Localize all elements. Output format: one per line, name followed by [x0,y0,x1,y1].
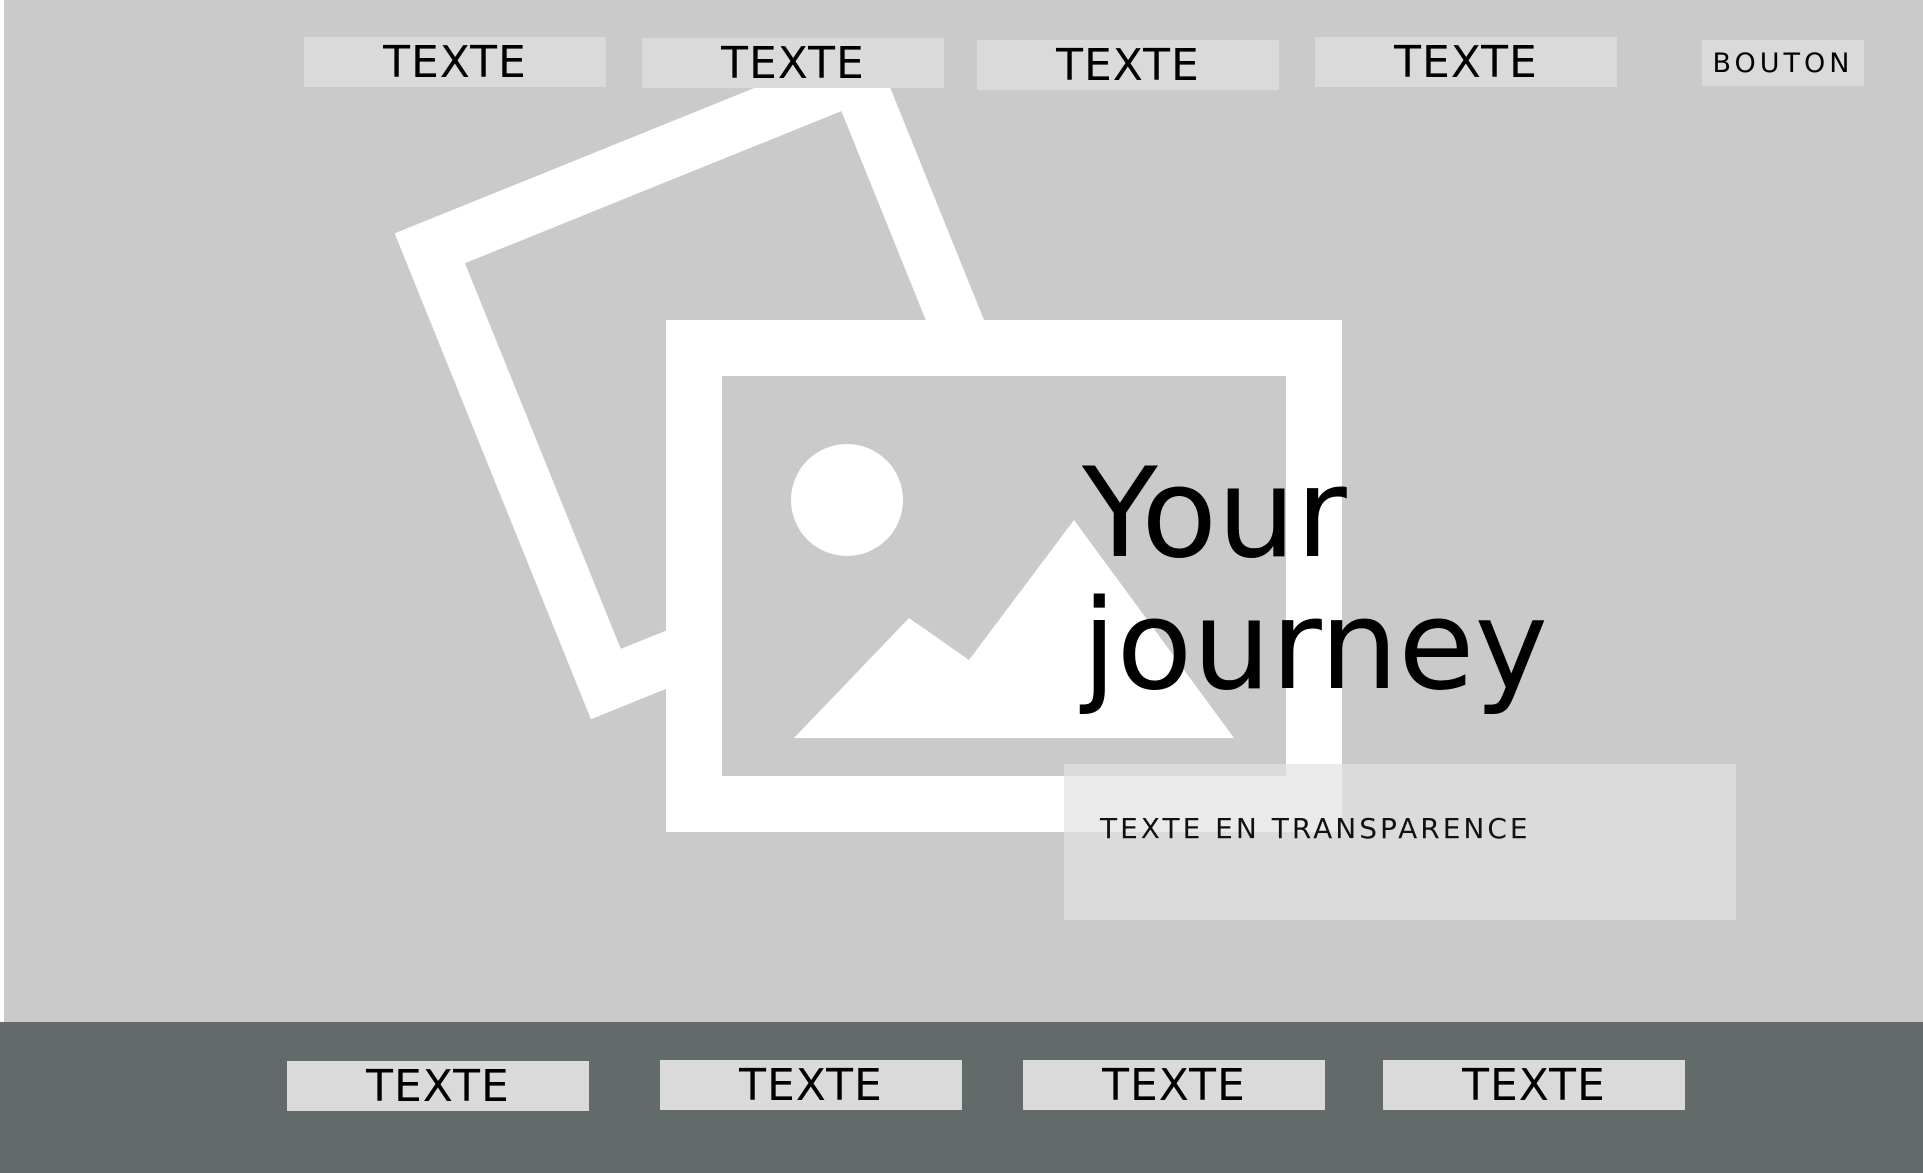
footer: TEXTE TEXTE TEXTE TEXTE [0,1022,1923,1173]
footer-item-label: TEXTE [1102,1059,1246,1111]
header-button-label: BOUTON [1712,47,1854,79]
footer-item-3[interactable]: TEXTE [1023,1059,1325,1111]
footer-item-label: TEXTE [366,1060,510,1112]
nav-item-4[interactable]: TEXTE [1315,36,1617,88]
nav-item-label: TEXTE [383,36,527,88]
footer-item-label: TEXTE [739,1059,883,1111]
footer-item-4[interactable]: TEXTE [1383,1059,1685,1111]
nav-item-2[interactable]: TEXTE [642,37,944,89]
transparent-text-box: TEXTE EN TRANSPARENCE [1064,764,1736,920]
nav-item-label: TEXTE [721,37,865,89]
nav-item-1[interactable]: TEXTE [304,36,606,88]
hero-section: TEXTE TEXTE TEXTE TEXTE BOUTON Your jour… [4,0,1923,1022]
nav-item-3[interactable]: TEXTE [977,39,1279,91]
footer-item-1[interactable]: TEXTE [287,1060,589,1112]
transparent-text: TEXTE EN TRANSPARENCE [1100,812,1531,845]
footer-item-label: TEXTE [1462,1059,1606,1111]
hero-title: Your journey [1082,448,1842,712]
page-frame: TEXTE TEXTE TEXTE TEXTE BOUTON Your jour… [0,0,1923,1173]
footer-item-2[interactable]: TEXTE [660,1059,962,1111]
header-button[interactable]: BOUTON [1702,40,1864,86]
hero-title-line-2: journey [1082,574,1548,718]
nav-item-label: TEXTE [1056,39,1200,91]
nav-item-label: TEXTE [1394,36,1538,88]
hero-title-line-1: Your [1082,442,1347,586]
